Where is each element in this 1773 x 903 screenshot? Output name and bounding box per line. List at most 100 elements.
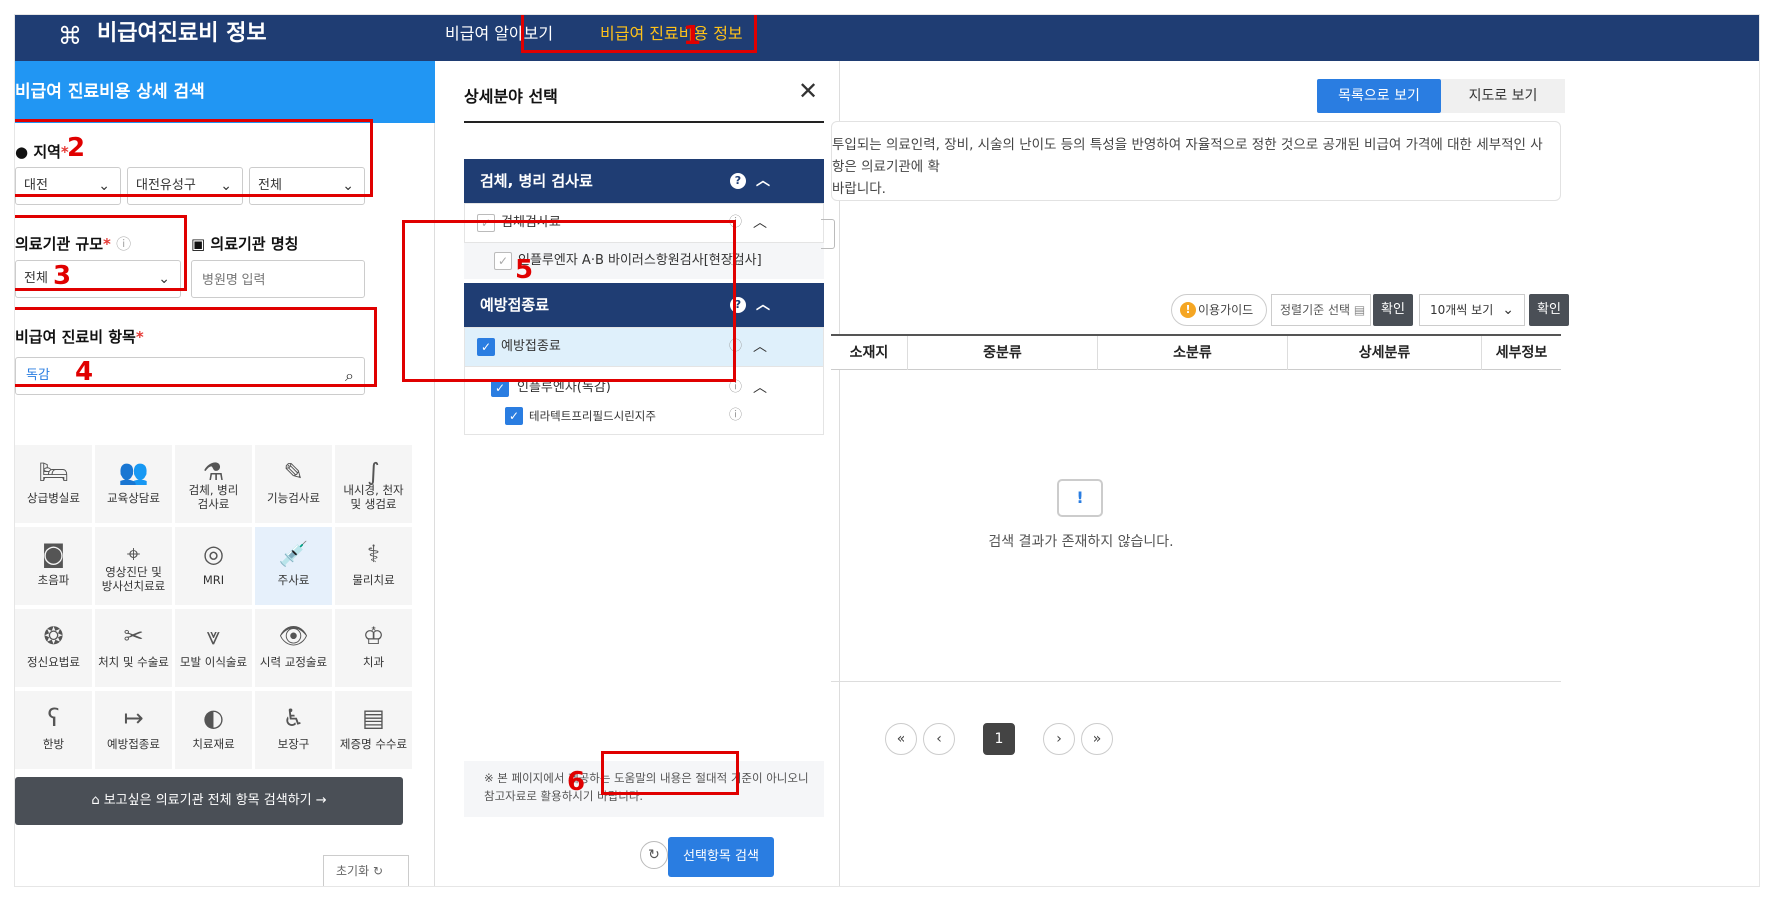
scalpel-icon: ✂ [123,622,144,650]
function-test-icon: ✎ [283,458,304,486]
vaccine-icon: ↦ [123,704,144,732]
tile-oriental[interactable]: ʕ 한방 [15,691,92,769]
last-page-button[interactable]: » [1081,723,1113,755]
tile-material[interactable]: ◐ 치료재료 [175,691,252,769]
tile-dental[interactable]: ♔ 치과 [335,609,412,687]
annotation-box-1 [521,15,757,53]
search-panel-title: 비급여 진료비용 상세 검색 [15,61,435,123]
selected-search-button[interactable]: 선택항목 검색 [668,837,774,877]
empty-result-text: 검색 결과가 존재하지 않습니다. [988,534,1174,550]
site-logo-title[interactable]: 비급여진료비 정보 [97,19,267,49]
map-view-button[interactable]: 지도로 보기 [1441,79,1565,113]
annotation-number-6: 6 [567,767,586,797]
tile-mri[interactable]: ◎ MRI [175,527,252,605]
wheelchair-icon: ♿ [282,704,305,732]
help-icon[interactable]: ⓘ [729,397,742,435]
material-icon: ◐ [203,704,224,732]
chevron-up-icon[interactable]: ︿ [753,369,767,407]
arrow-right-icon: → [315,793,327,808]
annotation-box-3 [15,215,187,291]
info-line-2: 바랍니다. [832,181,886,197]
annotation-number-4: 4 [75,357,94,387]
chevron-up-icon[interactable]: ︿ [756,283,770,327]
col-detail-class: 상세분류 [1287,336,1481,370]
reset-button[interactable]: 초기화 ↻ [323,855,409,886]
tile-room[interactable]: 🛏 상급병실료 [15,445,92,523]
info-box: 투입되는 의료인력, 장비, 시술의 난이도 등의 특성을 반영하여 자율적으로… [831,121,1561,201]
page-size-select[interactable]: 10개씩 보기 ⌄ [1419,294,1525,326]
chevron-down-icon: ⌄ [1502,302,1514,318]
tile-ultrasound[interactable]: ◙ 초음파 [15,527,92,605]
results-table-header: 소재지 중분류 소분류 상세분류 세부정보 [831,334,1561,370]
annotation-number-1: 1 [683,21,702,51]
tile-specimen[interactable]: ⚗ 검체, 병리 검사료 [175,445,252,523]
detail-field-title: 상세분야 선택 [464,87,558,106]
list-view-button[interactable]: 목록으로 보기 [1317,79,1441,113]
sort-confirm-button[interactable]: 확인 [1373,294,1413,326]
hira-logo-icon: ⌘ [58,22,82,50]
syringe-icon: 💉 [278,540,309,568]
first-page-button[interactable]: « [885,723,917,755]
list-icon: ▤ [1353,303,1366,317]
brain-icon: ❂ [43,622,64,650]
bed-icon: 🛏 [38,458,69,486]
tile-aid[interactable]: ♿ 보장구 [255,691,332,769]
building-icon: ⌂ [91,793,104,808]
annotation-box-4 [15,307,377,387]
results-panel: 목록으로 보기 지도로 보기 투입되는 의료인력, 장비, 시술의 난이도 등의… [821,61,1759,886]
tile-certificate[interactable]: ▤ 제증명 수수료 [335,691,412,769]
hospital-name-input[interactable] [191,260,365,298]
prev-page-button[interactable]: ‹ [923,723,955,755]
tile-counsel[interactable]: 👥 교육상담료 [95,445,172,523]
page-1-button[interactable]: 1 [983,723,1015,755]
building-icon: ▣ [191,235,211,253]
tooth-icon: ♔ [362,622,385,650]
document-icon: ▤ [362,704,385,732]
input-edge [821,219,835,249]
info-line-1: 투입되는 의료인력, 장비, 시술의 난이도 등의 특성을 반영하여 자율적으로… [832,137,1543,175]
close-icon[interactable]: ✕ [798,77,818,105]
tile-injection[interactable]: 💉 주사료 [255,527,332,605]
table-bottom-line [831,681,1561,682]
sort-select[interactable]: 정렬기준 선택 ▤ [1271,294,1371,326]
tile-psych[interactable]: ❂ 정신요법료 [15,609,92,687]
hair-icon: ⩔ [206,622,221,650]
checkbox-tetratect[interactable]: ✓ [505,407,523,425]
ultrasound-icon: ◙ [41,540,66,568]
ear-icon: ʕ [47,704,60,732]
next-page-button[interactable]: › [1043,723,1075,755]
tile-imaging[interactable]: ⌖ 영상진단 및 방사선치료료 [95,527,172,605]
tile-surgery[interactable]: ✂ 처치 및 수술료 [95,609,172,687]
chevron-up-icon[interactable]: ︿ [753,204,767,242]
annotation-number-5: 5 [515,255,534,285]
refresh-icon[interactable]: ↻ [640,841,668,869]
col-detail-info: 세부정보 [1481,336,1561,370]
col-sub-class: 소분류 [1097,336,1287,370]
refresh-icon: ↻ [372,864,384,878]
eye-icon: 👁 [278,622,309,650]
info-icon: ! [1180,302,1196,318]
search-all-button[interactable]: ⌂ 보고싶은 의료기관 전체 항목 검색하기 → [15,777,403,825]
usage-guide-button[interactable]: ! 이용가이드 [1171,294,1267,326]
tile-physio[interactable]: ⚕ 물리치료 [335,527,412,605]
accordion-specimen[interactable]: 검체, 병리 검사료 ? ︿ [464,159,824,203]
tile-function[interactable]: ✎ 기능검사료 [255,445,332,523]
help-icon[interactable]: ? [730,173,746,189]
chevron-up-icon[interactable]: ︿ [756,159,770,203]
annotation-box-5 [402,220,736,382]
top-nav-bar: ⌘ 비급여진료비 정보 비급여 알아보기 비급여 진료비용 정보 [15,15,1759,61]
hospital-name-label: ▣ 의료기관 명칭 [191,235,299,253]
tile-hair[interactable]: ⩔ 모발 이식술료 [175,609,252,687]
chevron-up-icon[interactable]: ︿ [753,328,767,366]
count-confirm-button[interactable]: 확인 [1529,294,1569,326]
tile-endoscope[interactable]: ∫ 내시경, 천자 및 생검료 [335,445,412,523]
annotation-number-2: 2 [67,133,86,163]
physio-icon: ⚕ [367,540,380,568]
tile-vaccine[interactable]: ↦ 예방접종료 [95,691,172,769]
col-location: 소재지 [849,345,889,361]
title-divider [464,121,824,123]
mri-icon: ◎ [203,540,224,568]
annotation-number-3: 3 [53,261,72,291]
tile-vision[interactable]: 👁 시력 교정술료 [255,609,332,687]
consult-icon: 👥 [118,458,149,486]
